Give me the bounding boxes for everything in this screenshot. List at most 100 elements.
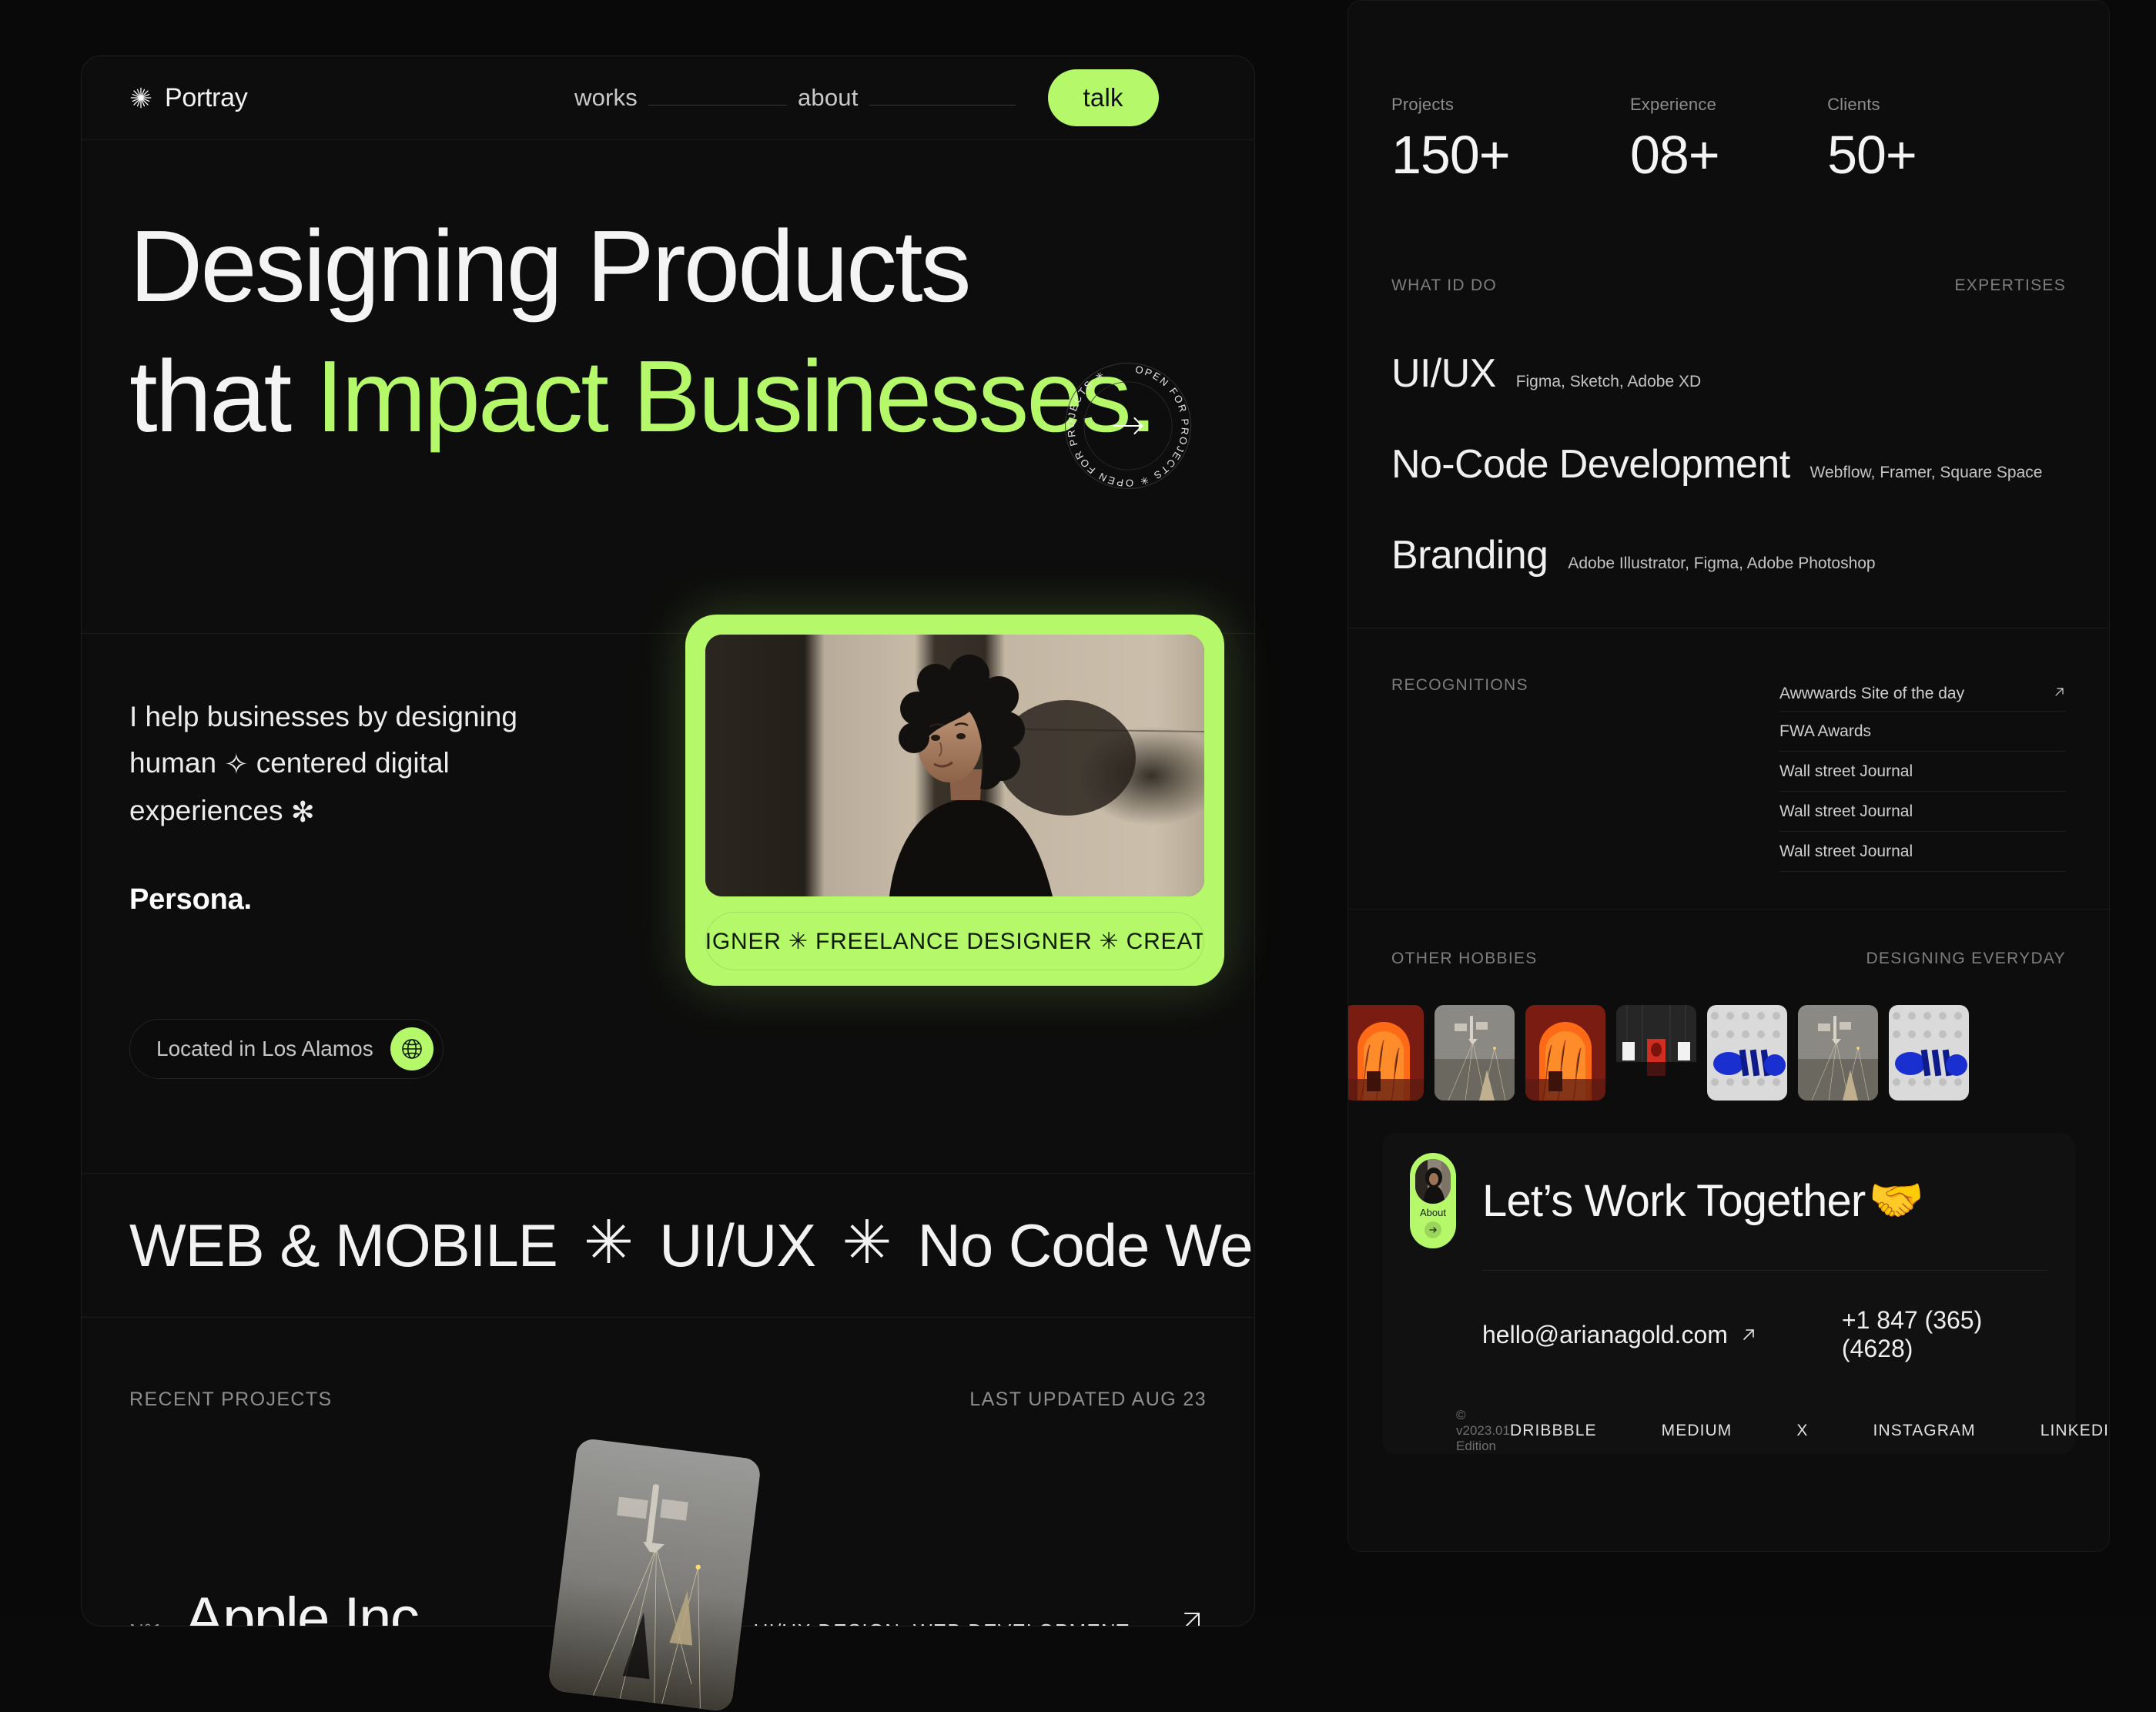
cta-top-row: About Let’s Work Together 🤝: [1410, 1153, 2047, 1248]
stat-value: 50+: [1827, 125, 1917, 185]
hobby-thumbnail[interactable]: [1707, 1005, 1787, 1101]
service-row[interactable]: UI/UX Figma, Sketch, Adobe XD: [1391, 350, 2066, 397]
handshake-emoji-icon: 🤝: [1868, 1175, 1923, 1225]
gallery-room-image: [1616, 1005, 1696, 1101]
recognition-item[interactable]: Wall street Journal: [1779, 792, 2066, 832]
nav-link-works[interactable]: works: [574, 84, 638, 112]
hobbies-heading-left: OTHER HOBBIES: [1391, 950, 1538, 967]
stat-value: 150+: [1391, 125, 1511, 185]
cta-title: Let’s Work Together 🤝: [1482, 1174, 1924, 1227]
projects-section-label: RECENT PROJECTS: [129, 1389, 333, 1410]
hobby-thumbnail[interactable]: [1616, 1005, 1696, 1101]
recognition-item[interactable]: Awwwards Site of the day: [1779, 676, 2066, 712]
persona-label: Persona.: [129, 883, 252, 916]
blue-type-image: [1707, 1005, 1787, 1101]
satellite-city-image: [1798, 1005, 1878, 1101]
page-title: Designing Products that Impact Businesse…: [129, 202, 1157, 462]
stat-experience: Experience 08+: [1630, 95, 1827, 186]
starburst-icon: [130, 87, 152, 109]
role-ticker-text: UCT DESIGNER ✳ FREELANCE DESIGNER ✳ CREA…: [705, 928, 1204, 954]
stat-clients: Clients 50+: [1827, 95, 2066, 186]
location-pill[interactable]: Located in Los Alamos: [129, 1019, 444, 1079]
service-tools: Figma, Sketch, Adobe XD: [1515, 373, 1702, 390]
social-link-medium[interactable]: MEDIUM: [1662, 1422, 1732, 1440]
blue-type-image: [1889, 1005, 1969, 1101]
hobby-thumbnail[interactable]: [1435, 1005, 1515, 1101]
intro-text-column: I help businesses by designing human ✧ c…: [82, 634, 667, 1173]
nav-divider-2: [869, 104, 1016, 106]
open-for-projects-badge[interactable]: OPEN FOR PROJECTS ✳ OPEN FOR PROJECTS ✳: [1063, 361, 1193, 491]
hero-line-2-highlight: Impact Businesses: [315, 339, 1132, 453]
rotating-badge-icon: OPEN FOR PROJECTS ✳ OPEN FOR PROJECTS ✳: [1065, 363, 1191, 489]
sparkle-icon: ✧: [224, 748, 249, 780]
stat-label: Clients: [1827, 95, 1880, 114]
project-number: N°1: [129, 1620, 185, 1626]
services-header: WHAT ID DO EXPERTISES: [1391, 276, 2066, 295]
phone-link[interactable]: +1 847 (365) (4628): [1842, 1306, 2047, 1363]
page-root: Portray works about talk Designing Produ…: [0, 0, 2156, 1712]
arrow-up-right-icon[interactable]: [1174, 1606, 1207, 1626]
services-heading-left: WHAT ID DO: [1391, 276, 1498, 294]
hobby-thumbnail[interactable]: [1798, 1005, 1878, 1101]
sunset-arch-image: [1348, 1005, 1424, 1101]
recognition-item[interactable]: Wall street Journal: [1779, 832, 2066, 872]
social-link-dribbble[interactable]: DRIBBBLE: [1510, 1422, 1597, 1440]
recognitions-body: RECOGNITIONS Awwwards Site of the day FW…: [1391, 676, 2066, 872]
header-bar: Portray works about talk: [82, 56, 1254, 139]
projects-updated-label: LAST UPDATED AUG 23: [969, 1389, 1207, 1410]
location-label: Located in Los Alamos: [156, 1037, 373, 1060]
services-list: UI/UX Figma, Sketch, Adobe XD No-Code De…: [1391, 350, 2066, 578]
project-name: Apple Inc: [185, 1586, 420, 1627]
stat-value: 08+: [1629, 125, 1720, 185]
role-ticker: UCT DESIGNER ✳ FREELANCE DESIGNER ✳ CREA…: [705, 912, 1204, 970]
marquee-item-1: WEB & MOBILE: [129, 1211, 558, 1279]
recognition-label: Wall street Journal: [1779, 842, 1913, 860]
service-name: UI/UX: [1391, 351, 1496, 396]
hobby-thumbnail[interactable]: [1889, 1005, 1969, 1101]
recognition-item[interactable]: Wall street Journal: [1779, 752, 2066, 792]
stat-label: Projects: [1391, 95, 1455, 114]
avatar-image: [1415, 1159, 1451, 1204]
about-button[interactable]: About: [1410, 1153, 1456, 1248]
hero-line-2-prefix: that: [129, 339, 316, 453]
about-label: About: [1420, 1207, 1446, 1218]
arrow-right-icon[interactable]: [1424, 1221, 1441, 1238]
social-link-instagram[interactable]: INSTAGRAM: [1873, 1422, 1976, 1440]
hobby-thumbnail[interactable]: [1525, 1005, 1605, 1101]
hobbies-section: OTHER HOBBIES DESIGNING EVERYDAY: [1348, 910, 2109, 1101]
recognition-item[interactable]: FWA Awards: [1779, 712, 2066, 752]
project-thumbnail: [547, 1437, 762, 1712]
main-nav: works about talk: [574, 56, 1207, 139]
social-link-linkedin[interactable]: LINKEDIN: [2040, 1422, 2109, 1440]
avatar: [1415, 1159, 1451, 1204]
services-heading-right: EXPERTISES: [1954, 276, 2066, 294]
cta-title-text: Let’s Work Together: [1482, 1175, 1866, 1226]
recognitions-section: RECOGNITIONS Awwwards Site of the day FW…: [1348, 628, 2109, 872]
service-row[interactable]: No-Code Development Webflow, Framer, Squ…: [1391, 441, 2066, 487]
hobbies-header: OTHER HOBBIES DESIGNING EVERYDAY: [1391, 950, 2066, 968]
globe-icon: [390, 1027, 434, 1070]
contact-row: hello@arianagold.com +1 847 (365) (4628): [1410, 1271, 2047, 1363]
right-panel: Projects 150+ Experience 08+ Clients 50+…: [1348, 0, 2110, 1552]
starburst-icon: ✻: [290, 796, 315, 828]
arrow-up-right-icon[interactable]: [2053, 685, 2066, 703]
social-link-x[interactable]: X: [1796, 1422, 1808, 1440]
sunset-arch-image: [1525, 1005, 1605, 1101]
talk-button[interactable]: talk: [1047, 69, 1159, 126]
skills-marquee-text: WEB & MOBILE ✳ UI/UX ✳ No Code We: [82, 1208, 1254, 1281]
brand-name: Portray: [165, 82, 248, 112]
service-row[interactable]: Branding Adobe Illustrator, Figma, Adobe…: [1391, 532, 2066, 578]
hobby-thumbnail[interactable]: [1348, 1005, 1424, 1101]
service-name: No-Code Development: [1391, 442, 1790, 487]
recognition-label: Wall street Journal: [1779, 802, 1913, 820]
marquee-item-3: No Code We: [917, 1211, 1254, 1279]
email-link[interactable]: hello@arianagold.com: [1482, 1306, 1757, 1363]
service-tools: Adobe Illustrator, Figma, Adobe Photosho…: [1568, 554, 1876, 572]
brand-logo[interactable]: Portray: [129, 83, 248, 113]
recognition-label: Wall street Journal: [1779, 762, 1913, 780]
hobby-thumbnail-strip[interactable]: [1348, 1005, 2066, 1101]
satellite-city-image: [547, 1437, 762, 1712]
social-links: DRIBBBLE MEDIUM X INSTAGRAM LINKEDIN: [1510, 1422, 2109, 1440]
service-name: Branding: [1391, 533, 1548, 578]
nav-link-about[interactable]: about: [798, 84, 859, 112]
